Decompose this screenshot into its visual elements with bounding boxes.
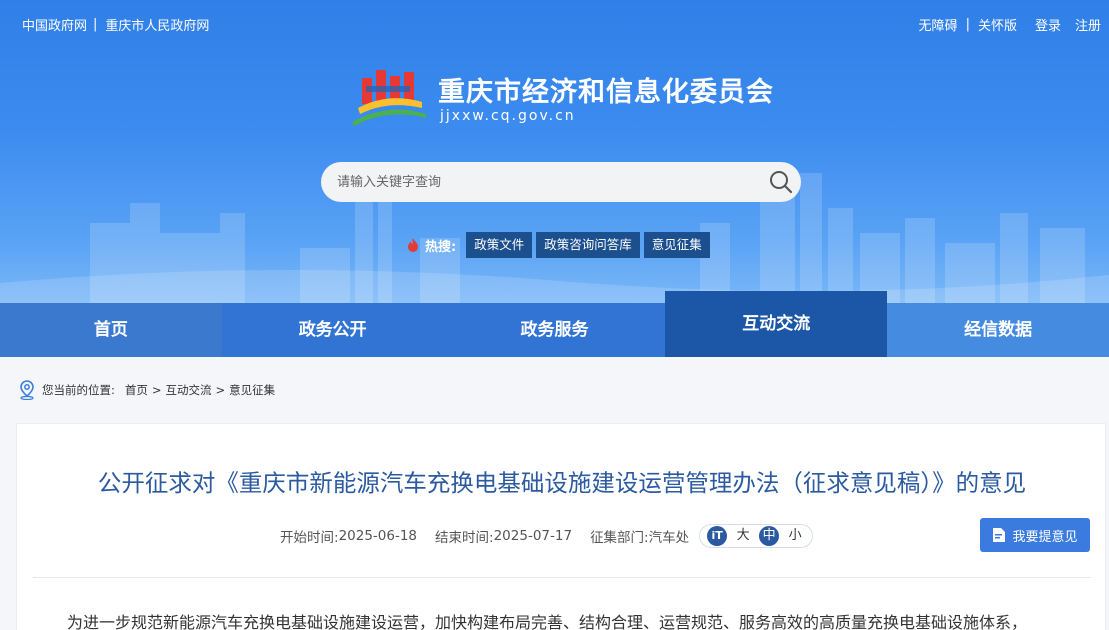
header-banner: 中国政府网 | 重庆市人民政府网 无障碍 | 关怀版 登录 注册 重庆市经济和信…	[0, 0, 1109, 303]
breadcrumb-current[interactable]: 意见征集	[229, 382, 275, 398]
font-size-medium[interactable]: 中	[759, 526, 780, 546]
font-size-small[interactable]: 小	[785, 526, 805, 546]
link-care-version[interactable]: 关怀版	[978, 15, 1017, 34]
separator: |	[93, 17, 98, 32]
nav-item-interaction[interactable]: 互动交流	[665, 291, 888, 357]
nav-item-gov-services[interactable]: 政务服务	[443, 303, 666, 357]
link-accessibility[interactable]: 无障碍	[919, 15, 958, 34]
submit-opinion-label: 我要提意见	[1012, 529, 1078, 545]
breadcrumb: 您当前的位置: 首页 > 互动交流 > 意见征集	[18, 380, 279, 400]
site-logo-icon	[352, 70, 426, 126]
link-chongqing-gov[interactable]: 重庆市人民政府网	[105, 15, 209, 34]
font-size-icon: iT	[707, 526, 728, 546]
article-card: 公开征求对《重庆市新能源汽车充换电基础设施建设运营管理办法（征求意见稿）》的意见…	[16, 423, 1106, 630]
document-edit-icon	[993, 528, 1006, 542]
font-size-switcher: iT 大 中 小	[699, 524, 814, 548]
font-size-large[interactable]: 大	[733, 526, 753, 546]
article-body-text: 为进一步规范新能源汽车充换电基础设施建设运营，加快构建布局完善、结构合理、运营规…	[67, 613, 1028, 630]
top-right-links: 无障碍 | 关怀版 登录 注册	[919, 15, 1101, 34]
start-time-label: 开始时间:	[280, 530, 339, 546]
article-title: 公开征求对《重庆市新能源汽车充换电基础设施建设运营管理办法（征求意见稿）》的意见	[97, 469, 1027, 497]
login-link[interactable]: 登录	[1035, 15, 1061, 34]
end-time-label: 结束时间:	[435, 530, 494, 546]
separator: |	[965, 17, 970, 32]
breadcrumb-home[interactable]: 首页	[125, 382, 148, 398]
breadcrumb-separator: >	[151, 383, 162, 397]
hot-search-bar: 热搜: 政策文件 政策咨询问答库 意见征集	[405, 232, 714, 258]
search-icon[interactable]	[768, 169, 794, 195]
location-pin-icon	[20, 380, 34, 400]
fire-icon	[408, 238, 418, 252]
site-url: jjxxw.cq.gov.cn	[440, 108, 576, 124]
department-value: 汽车处	[648, 530, 690, 546]
hot-search-label: 热搜:	[425, 239, 457, 255]
start-time-value: 2025-06-18	[338, 528, 418, 544]
site-title: 重庆市经济和信息化委员会	[438, 77, 774, 108]
nav-item-gov-affairs[interactable]: 政务公开	[221, 303, 444, 357]
link-china-gov[interactable]: 中国政府网	[22, 15, 87, 34]
breadcrumb-prefix: 您当前的位置:	[42, 383, 115, 397]
nav-item-data[interactable]: 经信数据	[887, 303, 1109, 357]
submit-opinion-button[interactable]: 我要提意见	[980, 518, 1090, 552]
department-label: 征集部门:	[590, 530, 649, 546]
top-left-links: 中国政府网 | 重庆市人民政府网	[22, 15, 209, 34]
search-input[interactable]	[321, 162, 801, 202]
main-nav: 首页 政务公开 政务服务 互动交流 经信数据	[0, 291, 1109, 357]
breadcrumb-separator: >	[215, 383, 226, 397]
article-meta: 开始时间: 2025-06-18 结束时间: 2025-07-17 征集部门: …	[280, 524, 814, 548]
hot-tag-policy-docs[interactable]: 政策文件	[466, 232, 533, 258]
divider	[33, 577, 1091, 578]
nav-item-home[interactable]: 首页	[0, 303, 222, 357]
breadcrumb-interaction[interactable]: 互动交流	[166, 382, 212, 398]
register-link[interactable]: 注册	[1075, 15, 1101, 34]
hot-tag-policy-qa[interactable]: 政策咨询问答库	[536, 232, 640, 258]
end-time-value: 2025-07-17	[493, 528, 573, 544]
hot-tag-opinion-collection[interactable]: 意见征集	[643, 232, 710, 258]
